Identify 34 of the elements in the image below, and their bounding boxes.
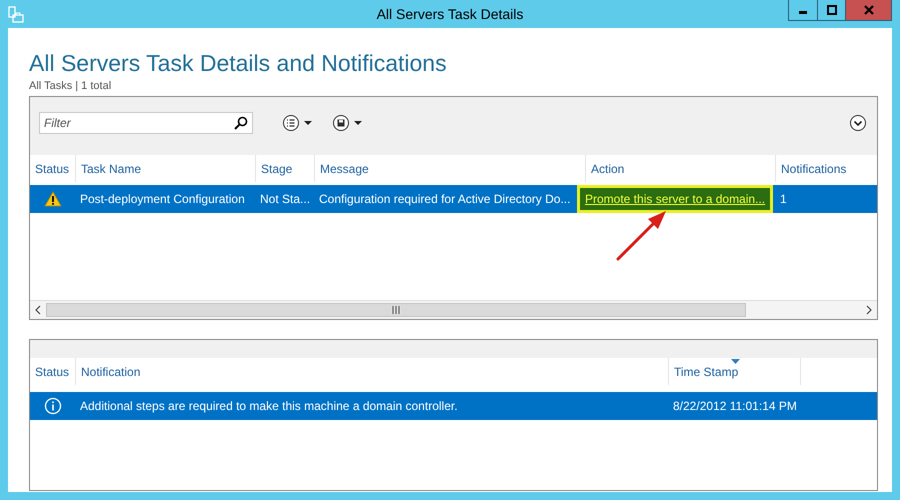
- column-header[interactable]: Notifications: [775, 155, 877, 182]
- close-button[interactable]: [845, 0, 891, 20]
- column-header[interactable]: Status: [30, 358, 75, 385]
- close-icon: [864, 5, 874, 15]
- info-icon: [44, 397, 62, 415]
- column-header[interactable]: Action: [585, 155, 775, 182]
- window-title: All Servers Task Details: [376, 6, 524, 22]
- horizontal-scrollbar[interactable]: [30, 300, 877, 319]
- column-header[interactable]: Task Name: [75, 155, 255, 182]
- table-cell: Not Sta...: [260, 192, 310, 206]
- column-header[interactable]: Status: [30, 155, 75, 182]
- page-heading: All Servers Task Details and Notifications: [29, 49, 448, 77]
- expand-button[interactable]: [849, 114, 867, 132]
- task-row[interactable]: Post-deployment Configuration Not Sta... Configuration required for Active Directory Do... Promote this server to a domain... 1: [30, 185, 877, 213]
- maximize-icon: [826, 5, 836, 15]
- table-cell: Additional steps are required to make this machine a domain controller.: [80, 399, 458, 413]
- warning-icon: [44, 191, 62, 207]
- table-cell: Configuration required for Active Directory Do...: [319, 192, 570, 206]
- column-header[interactable]: Stage: [255, 155, 314, 182]
- column-header[interactable]: Message: [314, 155, 585, 182]
- table-cell: Post-deployment Configuration: [80, 192, 245, 206]
- list-view-button[interactable]: [283, 114, 313, 132]
- table-cell: 8/22/2012 11:01:14 PM: [673, 399, 797, 413]
- table-cell: 1: [780, 192, 787, 206]
- filter-field[interactable]: Filter: [39, 112, 253, 134]
- column-header[interactable]: Time Stamp: [668, 358, 800, 385]
- notification-row[interactable]: Additional steps are required to make this machine a domain controller. 8/22/2012 11:01:14 PM: [30, 392, 877, 420]
- save-button[interactable]: [333, 114, 363, 132]
- task-summary: All Tasks | 1 total: [29, 80, 112, 93]
- promote-link[interactable]: Promote this server to a domain...: [580, 188, 770, 210]
- column-header[interactable]: Notification: [75, 358, 668, 385]
- scroll-thumb[interactable]: [46, 303, 746, 317]
- search-icon: [234, 116, 248, 130]
- server-toolbox-icon: [8, 6, 24, 24]
